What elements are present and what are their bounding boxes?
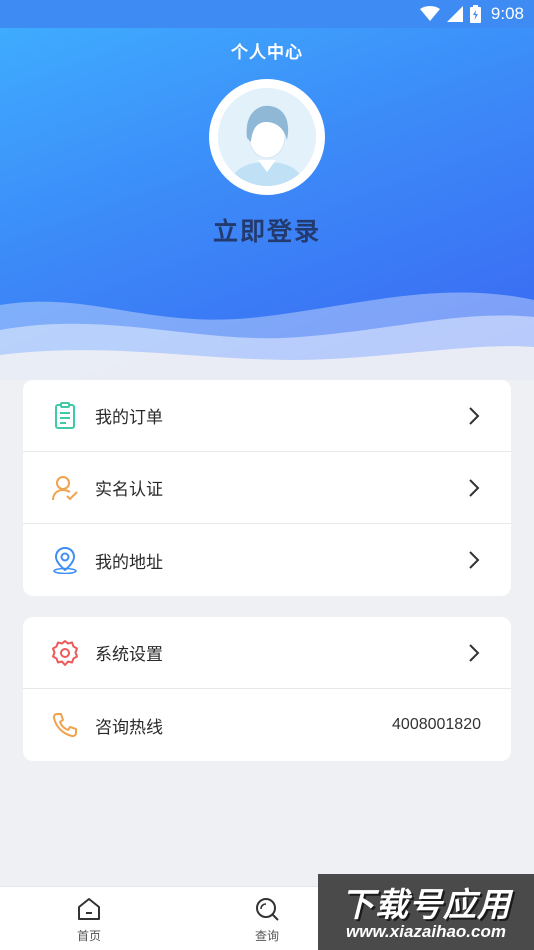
menu-item-label: 咨询热线 xyxy=(95,717,163,738)
menu-item-system-settings[interactable]: 系统设置 xyxy=(23,617,511,689)
location-pin-icon xyxy=(53,546,77,574)
hotline-number[interactable]: 4008001820 xyxy=(392,716,481,734)
nav-tab-home[interactable]: 首页 xyxy=(49,887,129,950)
profile-screen: 9:08 个人中心 立即登录 我的订单 实名认证 我的地址 系统设置 咨询热线 … xyxy=(0,0,534,950)
chevron-right-icon xyxy=(469,479,480,497)
phone-icon xyxy=(52,713,77,738)
nav-label: 查询 xyxy=(254,929,279,943)
status-bar: 9:08 xyxy=(0,0,534,28)
page-title: 个人中心 xyxy=(231,43,303,63)
menu-item-label: 我的订单 xyxy=(95,408,163,428)
search-icon xyxy=(256,898,279,921)
menu-card-secondary: 系统设置 咨询热线 4008001820 xyxy=(23,617,511,761)
chevron-right-icon xyxy=(469,407,480,425)
menu-item-label: 我的地址 xyxy=(95,552,163,573)
login-button[interactable]: 立即登录 xyxy=(0,212,534,248)
watermark-main-text: 下载号应用 xyxy=(341,885,511,924)
menu-item-real-name-verification[interactable]: 实名认证 xyxy=(23,452,511,524)
nav-label: 首页 xyxy=(76,929,101,943)
menu-item-hotline[interactable]: 咨询热线 4008001820 xyxy=(23,689,511,761)
wifi-icon xyxy=(419,6,440,21)
menu-item-my-address[interactable]: 我的地址 xyxy=(23,524,511,596)
nav-tab-query[interactable]: 查询 xyxy=(227,887,307,950)
battery-icon xyxy=(469,5,481,23)
gear-icon xyxy=(52,640,78,666)
watermark-url-text: www.xiazaihao.com xyxy=(346,922,506,941)
avatar[interactable] xyxy=(209,79,325,195)
home-icon xyxy=(78,898,100,920)
chevron-right-icon xyxy=(469,644,480,662)
watermark-logo: 下载号应用 www.xiazaihao.com xyxy=(318,874,534,950)
chevron-right-icon xyxy=(469,551,480,569)
menu-item-my-orders[interactable]: 我的订单 xyxy=(23,380,511,452)
menu-item-label: 实名认证 xyxy=(95,480,163,500)
menu-card-primary: 我的订单 实名认证 我的地址 xyxy=(23,380,511,596)
default-user-avatar-icon xyxy=(218,88,316,186)
order-clipboard-icon xyxy=(55,402,75,429)
profile-header: 9:08 个人中心 立即登录 xyxy=(0,0,534,380)
status-time: 9:08 xyxy=(490,4,524,23)
user-verify-icon xyxy=(52,476,78,501)
signal-icon xyxy=(446,6,463,22)
menu-item-label: 系统设置 xyxy=(95,645,163,665)
header-wave-decoration xyxy=(0,292,534,380)
